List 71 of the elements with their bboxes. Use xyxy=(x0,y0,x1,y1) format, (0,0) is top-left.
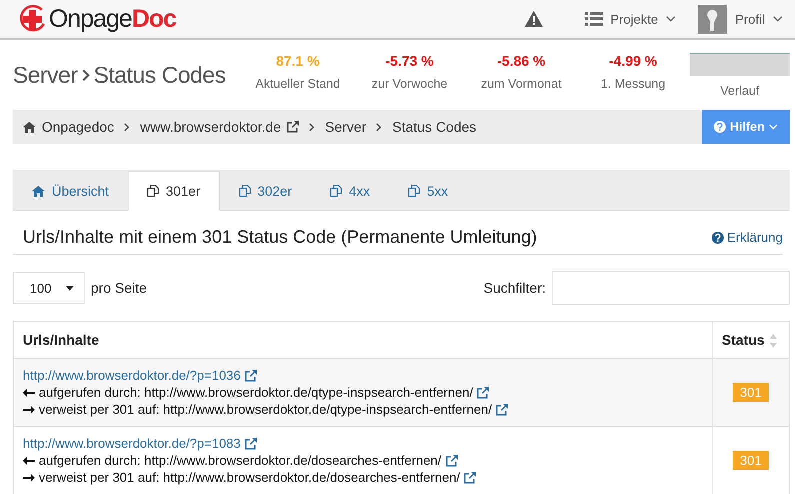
stat-label: zur Vorwoche xyxy=(372,76,448,90)
chevron-icon xyxy=(768,124,778,130)
stat-label: zum Vormonat xyxy=(481,76,562,90)
section-heading: Urls/Inhalte mit einem 301 Status Code (Permanente Umleitung) xyxy=(23,227,538,248)
left-arrow-icon xyxy=(23,456,35,464)
tab[interactable]: 301er xyxy=(128,171,220,211)
chevron-icon xyxy=(82,68,90,82)
breadcrumb-link[interactable]: Onpagedoc xyxy=(23,119,114,135)
left-arrow-icon xyxy=(23,388,35,396)
referrer-text: aufgerufen durch: http://www.browserdoktor.de/qtype-inspsearch-entfernen/ xyxy=(39,385,474,400)
breadcrumb-link[interactable]: Server xyxy=(325,119,366,135)
page-title-section: Server xyxy=(13,62,78,88)
copy-icon xyxy=(147,185,160,197)
status-badge: 301 xyxy=(733,451,769,470)
chevron-icon xyxy=(666,16,676,22)
logo-icon xyxy=(18,4,48,34)
list-icon xyxy=(584,12,603,26)
column-header[interactable]: Status xyxy=(712,322,790,358)
page-title: Status Codes xyxy=(94,62,226,88)
status-badge: 301 xyxy=(733,383,769,402)
stat-label: 1. Messung xyxy=(600,76,666,90)
stat-value: -4.99 % xyxy=(609,52,658,68)
external-link-icon[interactable] xyxy=(496,404,508,416)
external-link-icon[interactable] xyxy=(244,370,257,382)
breadcrumb-link[interactable]: www.browserdoktor.de xyxy=(140,119,300,135)
stat-label: Verlauf xyxy=(720,84,760,98)
column-header: Urls/Inhalte xyxy=(14,322,712,358)
logo-text: OnpageDoc xyxy=(49,4,176,34)
stat-value: 87.1 % xyxy=(276,52,320,68)
external-link-icon[interactable] xyxy=(244,438,257,450)
referrer-text: aufgerufen durch: http://www.browserdoktor.de/dosearches-entfernen/ xyxy=(39,453,442,468)
sort-icon xyxy=(770,334,777,348)
avatar-icon xyxy=(698,4,728,34)
separator-icon xyxy=(124,122,130,132)
redirect-text: verweist per 301 auf: http://www.browserdoktor.de/qtype-inspsearch-entfernen/ xyxy=(39,402,492,417)
separator-icon xyxy=(309,122,316,132)
url-link[interactable]: http://www.browserdoktor.de/?p=1036 xyxy=(23,368,241,383)
search-label: Suchfilter: xyxy=(484,280,546,296)
search-field[interactable] xyxy=(552,271,790,305)
explanation-link[interactable]: Erklärung xyxy=(712,230,783,245)
right-arrow-icon xyxy=(23,474,35,482)
url-link[interactable]: http://www.browserdoktor.de/?p=1083 xyxy=(23,436,241,451)
stat-value: -5.86 % xyxy=(497,52,546,68)
dropdown-caret-icon xyxy=(66,286,74,290)
separator-icon xyxy=(376,122,382,132)
right-arrow-icon xyxy=(23,406,35,414)
tab[interactable]: 4xx xyxy=(311,171,390,211)
tab[interactable]: Übersicht xyxy=(13,171,128,211)
menu-button[interactable]: Projekte xyxy=(584,12,676,26)
warning-icon[interactable] xyxy=(524,11,543,27)
copy-icon xyxy=(238,185,251,197)
copy-icon xyxy=(330,185,342,197)
breadcrumb-link[interactable]: Status Codes xyxy=(392,119,477,135)
external-link-icon xyxy=(287,121,300,133)
chevron-icon xyxy=(773,16,783,22)
redirect-text: verweist per 301 auf: http://www.browserdoktor.de/dosearches-entfernen/ xyxy=(39,470,460,485)
external-link-icon[interactable] xyxy=(477,386,490,398)
copy-icon xyxy=(408,185,420,197)
external-link-icon[interactable] xyxy=(464,472,476,484)
stat-value: -5.73 % xyxy=(386,52,434,68)
page-size-select[interactable]: 100 xyxy=(13,272,85,304)
help-icon xyxy=(714,121,726,133)
tab[interactable]: 5xx xyxy=(389,171,468,211)
external-link-icon[interactable] xyxy=(446,454,458,466)
help-icon xyxy=(712,232,724,244)
home-icon xyxy=(23,122,36,132)
home-icon xyxy=(32,186,45,196)
page-size-label: pro Seite xyxy=(91,280,148,296)
stat-label: Aktueller Stand xyxy=(256,76,340,90)
tab[interactable]: 302er xyxy=(220,171,312,211)
menu-button[interactable]: Profil xyxy=(698,4,783,34)
